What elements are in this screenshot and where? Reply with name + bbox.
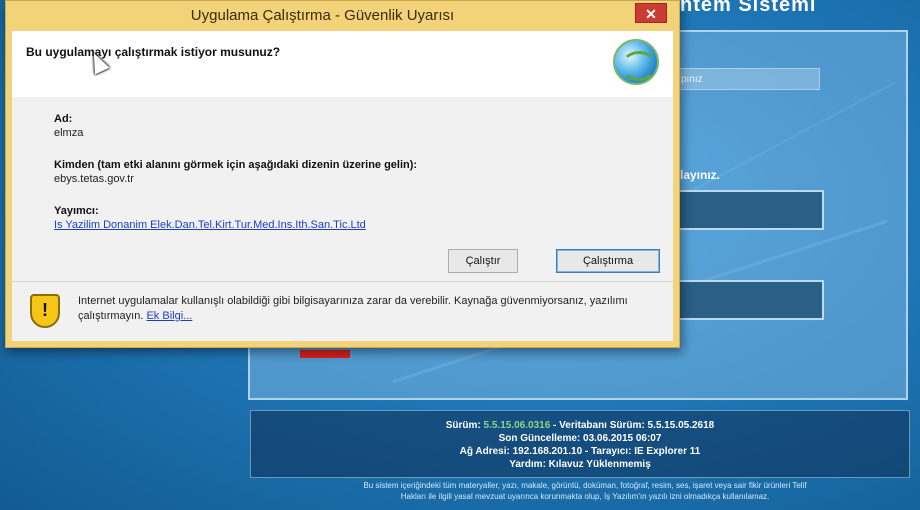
footer-line: Bu sistem içeriğindeki tüm materyaller, … xyxy=(363,481,807,490)
username-field[interactable] xyxy=(676,190,824,230)
globe-icon xyxy=(613,39,659,85)
more-info-link[interactable]: Ek Bilgi... xyxy=(146,310,192,322)
network-line: Ağ Adresi: 192.168.201.10 - Tarayıcı: IE… xyxy=(459,446,701,457)
warning-area: ! Internet uygulamalar kullanışlı olabil… xyxy=(12,281,673,341)
publisher-label: Yayımcı: xyxy=(54,205,99,217)
footer-line: Hakları ile ilgili yasal mevzuat uyarınc… xyxy=(400,492,770,501)
db-version: - Veritabanı Sürüm: 5.5.15.05.2618 xyxy=(550,420,715,431)
close-button[interactable]: ✕ xyxy=(635,3,667,23)
last-update-line: Son Güncelleme: 03.06.2015 06:07 xyxy=(498,433,662,444)
login-instruction: layınız. xyxy=(680,168,721,182)
password-field[interactable] xyxy=(676,280,824,320)
dialog-body: Bu uygulamayı çalıştırmak istiyor musunu… xyxy=(12,31,673,341)
dialog-title: Uygulama Çalıştırma - Güvenlik Uyarısı xyxy=(190,7,455,24)
version-label: Sürüm: xyxy=(445,420,484,431)
close-icon: ✕ xyxy=(645,6,657,22)
warning-text: Internet uygulamalar kullanışlı olabildi… xyxy=(78,294,638,324)
version-info-box: Sürüm: 5.5.15.06.0316 - Veritabanı Sürüm… xyxy=(250,410,910,478)
login-hint-field[interactable]: pınız xyxy=(676,68,820,90)
run-button[interactable]: Çalıştır xyxy=(448,249,518,273)
name-value: elmza xyxy=(54,127,84,139)
publisher-link[interactable]: Is Yazilim Donanim Elek.Dan.Tel.Kirt.Tur… xyxy=(54,219,366,231)
login-button[interactable] xyxy=(300,350,350,358)
name-label: Ad: xyxy=(54,113,73,125)
copyright-footer: Bu sistem içeriğindeki tüm materyaller, … xyxy=(260,480,910,502)
from-value[interactable]: ebys.tetas.gov.tr xyxy=(54,173,134,185)
dont-run-button[interactable]: Çalıştırma xyxy=(556,249,660,273)
shield-warning-icon: ! xyxy=(30,294,60,328)
security-warning-dialog: Uygulama Çalıştırma - Güvenlik Uyarısı ✕… xyxy=(5,0,680,348)
version-line: Sürüm: 5.5.15.06.0316 - Veritabanı Sürüm… xyxy=(251,419,909,432)
dialog-titlebar[interactable]: Uygulama Çalıştırma - Güvenlik Uyarısı ✕ xyxy=(6,1,679,31)
help-line: Yardım: Kılavuz Yüklenmemiş xyxy=(509,459,651,470)
from-label: Kimden (tam etki alanını görmek için aşa… xyxy=(54,159,418,171)
dialog-question: Bu uygulamayı çalıştırmak istiyor musunu… xyxy=(26,45,281,59)
app-title: ntem Sistemi xyxy=(680,0,817,16)
version-number: 5.5.15.06.0316 xyxy=(483,420,551,431)
